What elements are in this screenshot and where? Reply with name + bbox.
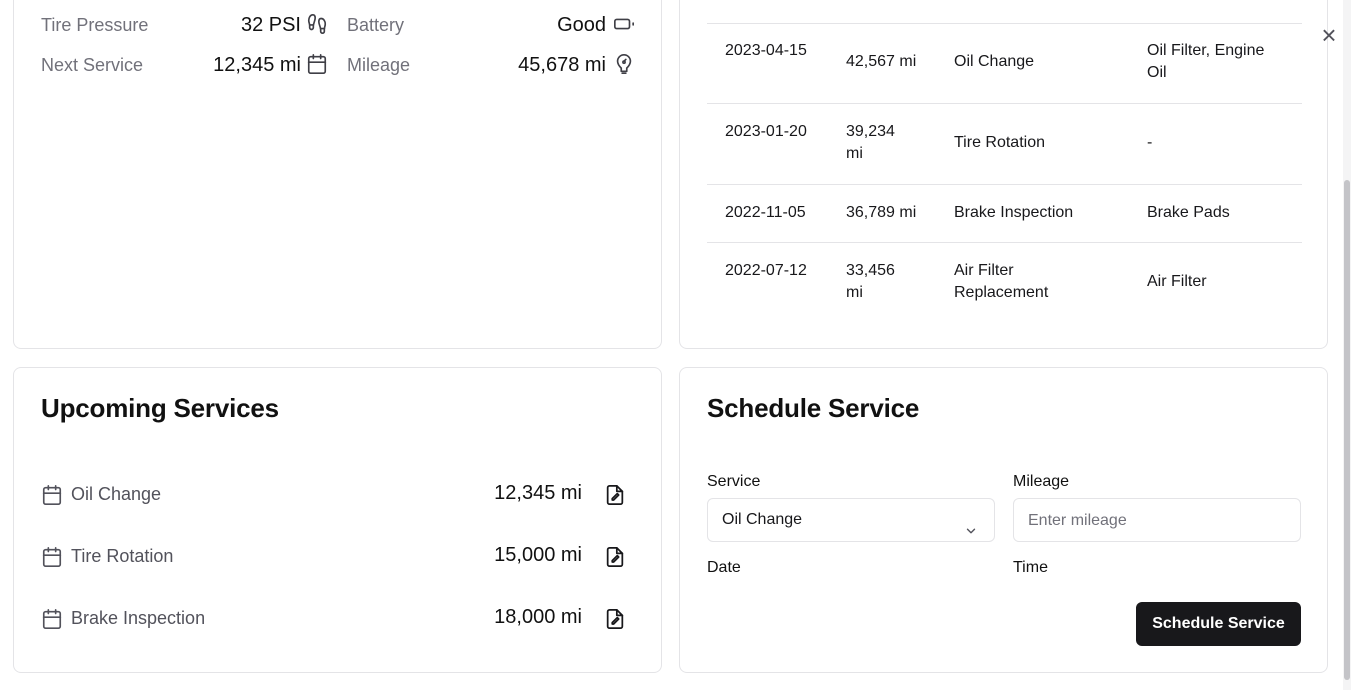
tire-pressure-value: 32 PSI [240,14,301,36]
row-parts: Brake Pads [1147,204,1230,221]
schedule-service-title: Schedule Service [707,393,920,423]
mileage-input[interactable] [1028,501,1286,541]
footprints-icon [306,13,328,35]
close-icon[interactable]: × [1316,22,1342,48]
service-select[interactable]: Oil Change [707,498,995,542]
row-date: 2022-07-12 [725,262,807,279]
file-edit-icon[interactable] [604,483,626,507]
row-mileage: 42,567 mi [846,53,917,70]
upcoming-service-name: Brake Inspection [71,608,206,628]
row-parts: Oil Filter, Engine Oil [1147,42,1265,81]
vehicle-maintenance-page: Tire Pressure 32 PSI Battery Good Next S… [0,0,1351,690]
service-label: Service [707,473,761,490]
table-row: 2023-04-15 42,567 mi Oil Change Oil Filt… [707,24,1302,104]
file-edit-icon[interactable] [604,545,626,569]
battery-icon [613,13,635,35]
upcoming-service-mileage: 12,345 mi [494,482,582,504]
scrollbar-thumb[interactable] [1344,180,1350,680]
mileage-label: Mileage [347,55,411,75]
calendar-icon [41,484,63,506]
table-header-row [707,0,1302,24]
next-service-label: Next Service [41,55,144,75]
battery-label: Battery [347,15,405,35]
mileage-input-wrapper [1013,498,1301,542]
schedule-service-card: Schedule Service Service Oil Change Mile… [679,367,1328,673]
upcoming-services-card: Upcoming Services Oil Change 12,345 mi T… [13,367,662,673]
upcoming-services-title: Upcoming Services [41,393,279,423]
calendar-icon [41,546,63,568]
row-date: 2022-11-05 [725,204,806,221]
row-date: 2023-04-15 [725,42,807,59]
tire-pressure-label: Tire Pressure [41,15,149,35]
status-row-1: Tire Pressure 32 PSI Battery Good [41,12,636,38]
row-mileage: 39,234 mi [846,123,895,162]
table-row: 2023-01-20 39,234 mi Tire Rotation - [707,104,1302,185]
date-label: Date [707,559,741,576]
mileage-value: 45,678 mi [518,54,606,76]
gauge-icon [613,53,635,75]
time-label: Time [1013,559,1048,576]
upcoming-service-name: Oil Change [71,484,162,504]
row-service-type: Brake Inspection [954,204,1074,221]
calendar-icon [41,608,63,630]
next-service-value: 12,345 mi [213,54,301,76]
row-date: 2023-01-20 [725,123,807,140]
list-item: Brake Inspection 18,000 mi [41,605,636,633]
status-row-2: Next Service 12,345 mi Mileage 45,678 mi [41,52,636,78]
chevron-down-icon [964,513,978,534]
battery-value: Good [557,14,606,36]
schedule-service-button[interactable]: Schedule Service [1136,602,1301,646]
row-service-type: Tire Rotation [954,134,1045,151]
mileage-field-label: Mileage [1013,473,1070,490]
service-history-card: 2023-04-15 42,567 mi Oil Change Oil Filt… [679,0,1328,349]
row-service-type: Oil Change [954,53,1035,70]
table-row: 2022-11-05 36,789 mi Brake Inspection Br… [707,185,1302,243]
row-mileage: 36,789 mi [846,204,917,221]
file-edit-icon[interactable] [604,607,626,631]
calendar-icon [306,53,328,75]
upcoming-service-name: Tire Rotation [71,546,174,566]
row-parts: - [1147,134,1153,151]
service-select-value: Oil Change [722,511,803,528]
row-parts: Air Filter [1147,273,1207,290]
list-item: Oil Change 12,345 mi [41,481,636,509]
row-mileage: 33,456 mi [846,262,895,301]
row-service-type: Air Filter Replacement [954,262,1049,301]
table-row: 2022-07-12 33,456 mi Air Filter Replacem… [707,243,1302,323]
vehicle-status-card: Tire Pressure 32 PSI Battery Good Next S… [13,0,662,349]
upcoming-service-mileage: 15,000 mi [494,544,582,566]
upcoming-service-mileage: 18,000 mi [494,606,582,628]
list-item: Tire Rotation 15,000 mi [41,543,636,571]
